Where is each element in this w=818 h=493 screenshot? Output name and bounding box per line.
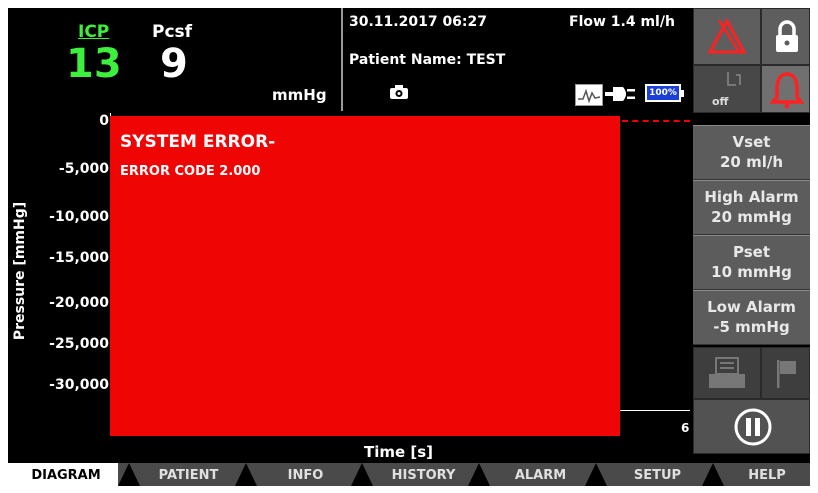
status-panel: 30.11.2017 06:27 Flow 1.4 ml/h Patient N… <box>343 8 691 111</box>
flag-button[interactable] <box>761 347 810 399</box>
y-tick: -10,000 <box>49 209 109 225</box>
y-tick: -25,000 <box>49 336 109 352</box>
syringe-off-icon <box>727 72 741 86</box>
tab-alarm[interactable]: ALARM <box>488 463 593 486</box>
lock-icon <box>776 20 798 52</box>
x-axis <box>620 410 690 411</box>
pset-button[interactable]: Pset 10 mmHg <box>693 235 810 290</box>
battery-indicator: 100% <box>645 84 684 102</box>
low-alarm-label: Low Alarm <box>707 298 796 316</box>
pset-value: 10 mmHg <box>711 263 792 281</box>
vset-button[interactable]: Vset 20 ml/h <box>693 125 810 180</box>
y-tick: -15,000 <box>49 250 109 266</box>
x-axis-label: Time [s] <box>364 443 434 461</box>
pressure-chart: Pressure [mmHg] 0 -5,000 -10,000 -15,000… <box>8 113 691 461</box>
y-tick: -20,000 <box>49 295 109 311</box>
pressure-unit: mmHg <box>272 86 327 104</box>
tab-setup[interactable]: SETUP <box>605 463 710 486</box>
x-tick: 6 <box>681 421 690 435</box>
tab-diagram[interactable]: DIAGRAM <box>8 463 118 486</box>
pset-label: Pset <box>732 243 770 261</box>
vset-value: 20 ml/h <box>719 153 784 171</box>
pause-icon <box>734 408 772 446</box>
low-alarm-value: -5 mmHg <box>713 318 790 336</box>
alarm-bell-button[interactable] <box>761 65 810 113</box>
patient-name: Patient Name: TEST <box>349 52 506 68</box>
tab-separator <box>702 463 724 486</box>
error-title: SYSTEM ERROR- <box>120 132 276 152</box>
tab-separator <box>468 463 490 486</box>
waveform-icon <box>575 84 603 106</box>
datetime: 30.11.2017 06:27 <box>349 14 488 30</box>
device-screen: ICP 13 Pcsf 9 mmHg 30.11.2017 06:27 Flow… <box>8 8 810 486</box>
tab-help[interactable]: HELP <box>724 463 810 486</box>
tab-info[interactable]: INFO <box>253 463 358 486</box>
print-button[interactable] <box>693 347 761 399</box>
pause-button[interactable] <box>693 399 810 454</box>
alarm-bell-icon <box>770 72 804 109</box>
tab-separator <box>118 463 140 486</box>
alarm-off-triangle-icon <box>707 18 747 54</box>
low-alarm-button[interactable]: Low Alarm -5 mmHg <box>693 290 810 345</box>
tab-patient[interactable]: PATIENT <box>136 463 241 486</box>
alarm-limit-line <box>622 120 690 122</box>
y-axis-label: Pressure [mmHg] <box>12 201 29 341</box>
y-tick: 0 <box>99 113 109 129</box>
high-alarm-button[interactable]: High Alarm 20 mmHg <box>693 180 810 235</box>
vset-label: Vset <box>732 133 771 151</box>
high-alarm-value: 20 mmHg <box>711 208 792 226</box>
y-tick: -5,000 <box>58 161 109 177</box>
printer-icon <box>709 357 745 388</box>
pcsf-value: 9 <box>160 41 188 87</box>
tab-bar: DIAGRAM PATIENT INFO HISTORY ALARM SETUP… <box>8 463 810 486</box>
tab-separator <box>351 463 373 486</box>
camera-icon <box>390 85 408 99</box>
off-button[interactable]: off <box>693 65 761 113</box>
icp-value: 13 <box>66 41 122 87</box>
lock-button[interactable] <box>761 8 810 65</box>
flow-readout: Flow 1.4 ml/h <box>569 14 675 30</box>
pcsf-label: Pcsf <box>152 22 193 42</box>
flag-icon <box>777 360 796 388</box>
tab-separator <box>585 463 607 486</box>
error-dialog[interactable]: SYSTEM ERROR- ERROR CODE 2.000 <box>110 116 620 436</box>
off-label: off <box>712 95 729 108</box>
tab-separator <box>235 463 257 486</box>
high-alarm-label: High Alarm <box>704 188 799 206</box>
pressure-readout-panel: ICP 13 Pcsf 9 mmHg <box>8 8 343 111</box>
tab-history[interactable]: HISTORY <box>371 463 476 486</box>
icp-label[interactable]: ICP <box>78 22 109 42</box>
y-tick: -30,000 <box>49 377 109 393</box>
error-code: ERROR CODE 2.000 <box>120 164 261 179</box>
power-plug-icon <box>605 87 635 101</box>
alarm-mute-button[interactable] <box>693 8 761 65</box>
